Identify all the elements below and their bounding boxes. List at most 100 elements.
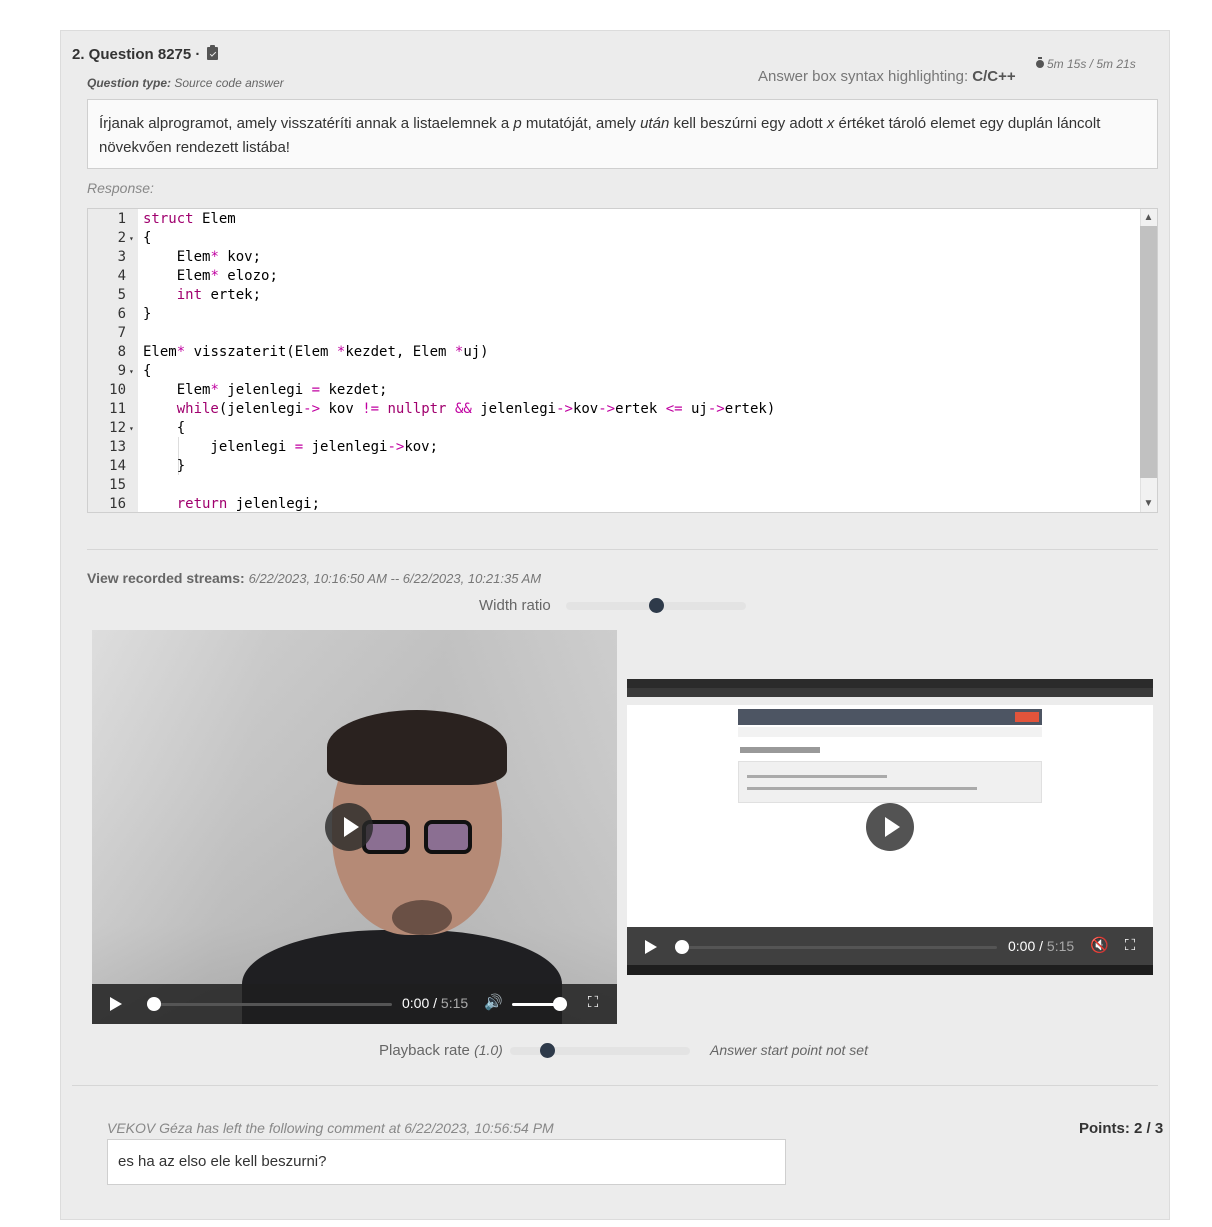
- code-line[interactable]: 13 jelenlegi = jelenlegi->kov;: [88, 438, 1141, 457]
- question-card: 2. Question 8275 · Question type: Source…: [60, 30, 1170, 1220]
- volume-knob[interactable]: [553, 997, 567, 1011]
- syntax-label: Answer box syntax highlighting:: [758, 68, 969, 85]
- playback-rate-value: (1.0): [474, 1042, 503, 1058]
- webcam-video[interactable]: 0:00 / 5:15 🔊 ⛶: [92, 630, 617, 1024]
- glasses: [362, 820, 477, 858]
- code-line[interactable]: 8 Elem* visszaterit(Elem *kezdet, Elem *u…: [88, 343, 1141, 362]
- streams-range: 6/22/2023, 10:16:50 AM -- 6/22/2023, 10:…: [248, 571, 542, 586]
- seek-bar[interactable]: [675, 940, 997, 954]
- duration: 5:15: [440, 995, 469, 1011]
- code-line[interactable]: 3 Elem* kov;: [88, 248, 1141, 267]
- editor-scrollbar[interactable]: ▲ ▼: [1140, 209, 1157, 512]
- clipboard-check-icon[interactable]: [206, 45, 218, 60]
- stopwatch-icon: [1036, 57, 1044, 68]
- comment-text: es ha az elso ele kell beszurni?: [107, 1139, 786, 1185]
- comment-header: VEKOV Géza has left the following commen…: [107, 1120, 554, 1136]
- fold-toggle-icon[interactable]: ▾: [129, 229, 134, 248]
- syntax-highlighting: Answer box syntax highlighting: C/C++: [758, 68, 1016, 85]
- line-number: 1: [117, 211, 126, 227]
- line-number: 12: [109, 420, 126, 436]
- line-number: 10: [109, 382, 126, 398]
- code-text: Elem* kov;: [143, 249, 262, 265]
- code-text: Elem* elozo;: [143, 268, 278, 284]
- code-line[interactable]: 12 ▾ {: [88, 419, 1141, 438]
- page-breadcrumb: [738, 727, 1042, 737]
- playback-rate-knob[interactable]: [540, 1043, 555, 1058]
- answer-timer: 5m 15s / 5m 21s: [1036, 57, 1136, 71]
- code-text: Elem* visszaterit(Elem *kezdet, Elem *uj…: [143, 344, 489, 360]
- line-number: 6: [117, 306, 126, 322]
- width-ratio-slider[interactable]: [566, 598, 746, 613]
- screen-video[interactable]: 0:00 / 5:15 🔇 ⛶: [627, 679, 1153, 975]
- divider: [87, 549, 1158, 550]
- video-time: 0:00 / 5:15: [402, 995, 469, 1011]
- play-icon[interactable]: [110, 997, 122, 1011]
- line-number: 3: [117, 249, 126, 265]
- code-line[interactable]: 6}: [88, 305, 1141, 324]
- playback-rate-slider[interactable]: [510, 1043, 690, 1058]
- question-title: 2. Question 8275 ·: [72, 45, 218, 63]
- code-text: }: [143, 306, 152, 322]
- scroll-down-icon[interactable]: ▼: [1140, 495, 1157, 512]
- line-number: 13: [109, 439, 126, 455]
- volume-slider[interactable]: [512, 997, 567, 1011]
- code-line[interactable]: 16 return jelenlegi;: [88, 495, 1141, 512]
- current-time: 0:00: [1008, 938, 1036, 954]
- prompt-emphasis: után: [640, 115, 670, 132]
- code-line[interactable]: 14 }: [88, 457, 1141, 476]
- play-overlay-icon[interactable]: [866, 803, 914, 851]
- code-text: return jelenlegi;: [176, 496, 321, 512]
- seek-knob[interactable]: [675, 940, 689, 954]
- prompt-var-p: p: [513, 115, 522, 132]
- code-line[interactable]: 11 while(jelenlegi-> kov != nullptr && j…: [88, 400, 1141, 419]
- line-number: 4: [117, 268, 126, 284]
- line-number: 15: [109, 477, 126, 493]
- code-editor[interactable]: 1 struct Elem 2 ▾{3 Elem* kov; 4 Elem* elozo…: [87, 208, 1158, 513]
- response-label: Response:: [87, 180, 154, 196]
- streams-label: View recorded streams:: [87, 570, 245, 586]
- line-number: 11: [109, 401, 126, 417]
- fullscreen-icon[interactable]: ⛶: [584, 994, 602, 1012]
- width-ratio-knob[interactable]: [649, 598, 664, 613]
- line-number: 2: [117, 230, 126, 246]
- video-controls: 0:00 / 5:15 🔊 ⛶: [92, 984, 617, 1024]
- fullscreen-icon[interactable]: ⛶: [1121, 937, 1139, 955]
- playback-rate-label: Playback rate (1.0): [379, 1042, 503, 1059]
- code-line[interactable]: 4 Elem* elozo;: [88, 267, 1141, 286]
- width-ratio-label: Width ratio: [479, 597, 551, 614]
- code-text: Elem* jelenlegi = kezdet;: [143, 382, 388, 398]
- code-line[interactable]: 15: [88, 476, 1141, 495]
- video-controls: 0:00 / 5:15 🔇 ⛶: [627, 927, 1153, 967]
- volume-icon[interactable]: 🔊: [484, 994, 503, 1012]
- timer-text: 5m 15s / 5m 21s: [1047, 57, 1136, 71]
- line-number: 8: [117, 344, 126, 360]
- line-number: 16: [109, 496, 126, 512]
- seek-knob[interactable]: [147, 997, 161, 1011]
- question-type-label: Question type:: [87, 76, 172, 90]
- code-text: {: [143, 363, 152, 379]
- seek-bar[interactable]: [147, 997, 392, 1011]
- code-text: {: [143, 420, 186, 436]
- browser-bookmarks: [627, 697, 1153, 705]
- play-icon[interactable]: [645, 940, 657, 954]
- question-type-value: Source code answer: [174, 76, 284, 90]
- question-prompt: Írjanak alprogramot, amely visszatéríti …: [87, 99, 1158, 169]
- scrollbar-thumb[interactable]: [1140, 226, 1157, 478]
- code-line[interactable]: 5 int ertek;: [88, 286, 1141, 305]
- code-text: int ertek;: [176, 287, 262, 303]
- fold-toggle-icon[interactable]: ▾: [129, 362, 134, 381]
- code-line[interactable]: 7: [88, 324, 1141, 343]
- code-line[interactable]: 10 Elem* jelenlegi = kezdet;: [88, 381, 1141, 400]
- code-line[interactable]: 9 ▾ {: [88, 362, 1141, 381]
- play-overlay-icon[interactable]: [325, 803, 373, 851]
- code-line[interactable]: 2 ▾ {: [88, 229, 1141, 248]
- scroll-up-icon[interactable]: ▲: [1140, 209, 1157, 226]
- video-time: 0:00 / 5:15: [1008, 938, 1075, 954]
- playback-label-text: Playback rate: [379, 1042, 470, 1059]
- prompt-text: Írjanak alprogramot, amely visszatéríti …: [99, 115, 514, 132]
- page-navbar: [738, 709, 1042, 725]
- code-line[interactable]: 1 struct Elem: [88, 210, 1141, 229]
- fold-toggle-icon[interactable]: ▾: [129, 419, 134, 438]
- code-text: {: [143, 230, 152, 246]
- muted-volume-icon[interactable]: 🔇: [1090, 937, 1109, 955]
